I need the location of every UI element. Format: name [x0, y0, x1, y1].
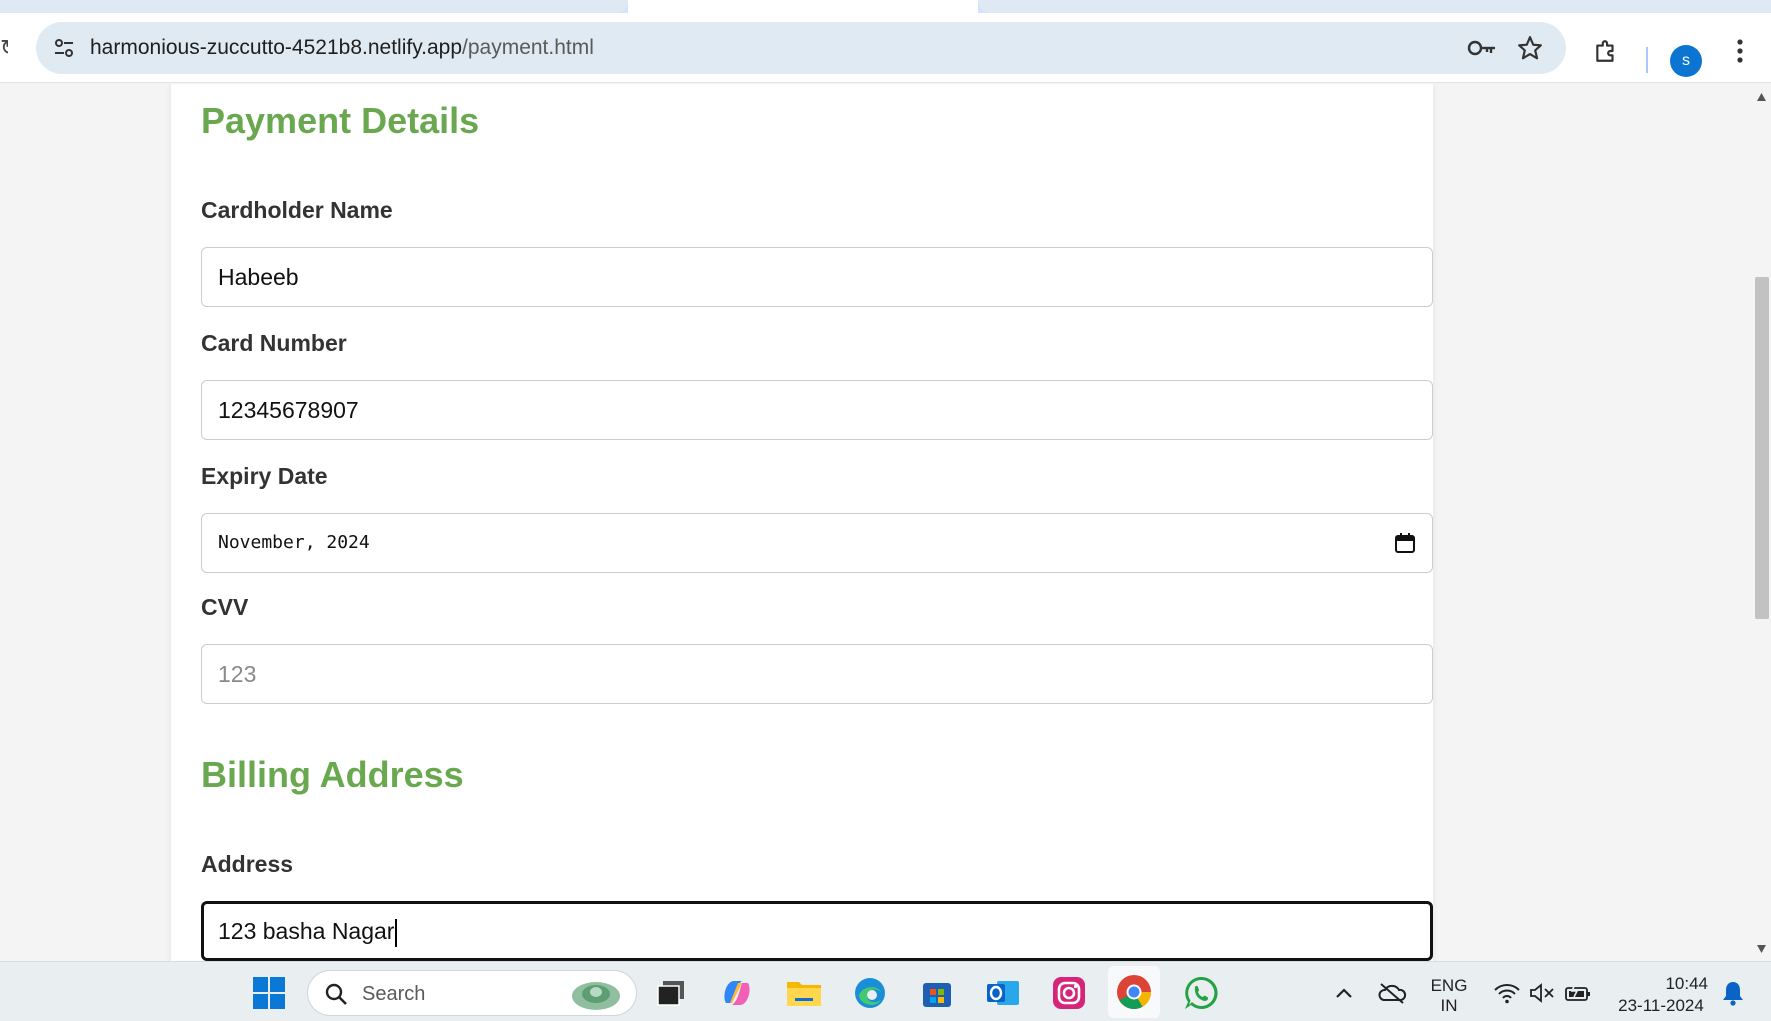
address-bar[interactable]: harmonious-zuccutto-4521b8.netlify.app/p… [36, 22, 1566, 74]
billing-address-heading: Billing Address [201, 754, 464, 795]
card-number-label: Card Number [201, 330, 347, 356]
taskbar-search[interactable]: Search [307, 970, 637, 1016]
profile-avatar[interactable]: s [1670, 45, 1702, 77]
scroll-thumb[interactable] [1755, 277, 1769, 619]
inactive-tab-right[interactable] [978, 0, 1771, 13]
edge-icon[interactable] [851, 974, 889, 1012]
region-code: IN [1440, 996, 1458, 1015]
battery-charging-icon[interactable] [1559, 974, 1597, 1012]
cvv-input[interactable]: 123 [201, 644, 1433, 704]
expiry-date-label: Expiry Date [201, 463, 328, 489]
copilot-icon[interactable] [718, 974, 756, 1012]
extensions-icon[interactable] [1590, 35, 1622, 67]
chrome-icon[interactable] [1108, 966, 1160, 1018]
scroll-up-icon[interactable] [1756, 92, 1767, 102]
wifi-icon[interactable] [1488, 974, 1526, 1012]
search-icon [325, 983, 347, 1005]
clock-time: 10:44 [1665, 974, 1708, 993]
browser-toolbar: ↻ harmonious-zuccutto-4521b8.netlify.app… [0, 13, 1771, 83]
text-caret [395, 918, 398, 947]
instagram-icon[interactable] [1050, 974, 1088, 1012]
page-scrollbar[interactable] [1752, 84, 1771, 961]
url-text[interactable]: harmonious-zuccutto-4521b8.netlify.app/p… [90, 22, 594, 74]
menu-dots-icon[interactable] [1724, 35, 1756, 67]
address-value: 123 basha Nagar [218, 918, 395, 944]
cardholder-name-label: Cardholder Name [201, 197, 393, 223]
windows-start-icon[interactable] [250, 974, 288, 1012]
url-path: /payment.html [462, 36, 594, 59]
address-input[interactable]: 123 basha Nagar [201, 901, 1433, 961]
file-explorer-icon[interactable] [785, 974, 823, 1012]
search-placeholder: Search [362, 983, 426, 1005]
payment-form-card: Payment Details Cardholder Name Habeeb C… [171, 84, 1433, 961]
inactive-tab-left[interactable] [0, 0, 628, 13]
tab-strip [0, 0, 1771, 13]
clock[interactable]: 10:44 23-11-2024 [1606, 974, 1716, 1016]
url-host: harmonious-zuccutto-4521b8.netlify.app [90, 36, 463, 59]
active-tab[interactable] [628, 0, 978, 13]
taskbar: Search ENG IN 10:44 23-11-2024 [0, 961, 1771, 1021]
chevron-up-icon[interactable] [1325, 974, 1363, 1012]
reload-icon[interactable]: ↻ [0, 35, 8, 61]
calendar-icon[interactable] [1394, 532, 1416, 554]
expiry-date-value: November, 2024 [218, 532, 370, 553]
notification-bell-icon[interactable] [1714, 974, 1752, 1012]
volume-muted-icon[interactable] [1523, 974, 1561, 1012]
task-view-icon[interactable] [652, 974, 690, 1012]
clock-date: 23-11-2024 [1618, 996, 1704, 1015]
password-key-icon[interactable] [1466, 32, 1498, 64]
language-code: ENG [1430, 976, 1468, 995]
store-icon[interactable] [918, 974, 956, 1012]
onedrive-offline-icon[interactable] [1373, 974, 1411, 1012]
payment-details-heading: Payment Details [201, 100, 480, 141]
expiry-date-input[interactable]: November, 2024 [201, 513, 1433, 573]
whatsapp-icon[interactable] [1182, 974, 1220, 1012]
card-number-input[interactable]: 12345678907 [201, 380, 1433, 440]
bookmark-star-icon[interactable] [1514, 32, 1546, 64]
cardholder-name-input[interactable]: Habeeb [201, 247, 1433, 307]
toolbar-divider [1646, 47, 1648, 73]
page-viewport: Payment Details Cardholder Name Habeeb C… [0, 84, 1752, 961]
address-label: Address [201, 851, 294, 877]
cvv-label: CVV [201, 594, 249, 620]
site-info-icon[interactable] [48, 32, 80, 64]
search-highlight-icon [572, 982, 620, 1010]
outlook-icon[interactable] [984, 974, 1022, 1012]
scroll-down-icon[interactable] [1756, 944, 1767, 954]
language-indicator[interactable]: ENG IN [1425, 976, 1473, 1016]
